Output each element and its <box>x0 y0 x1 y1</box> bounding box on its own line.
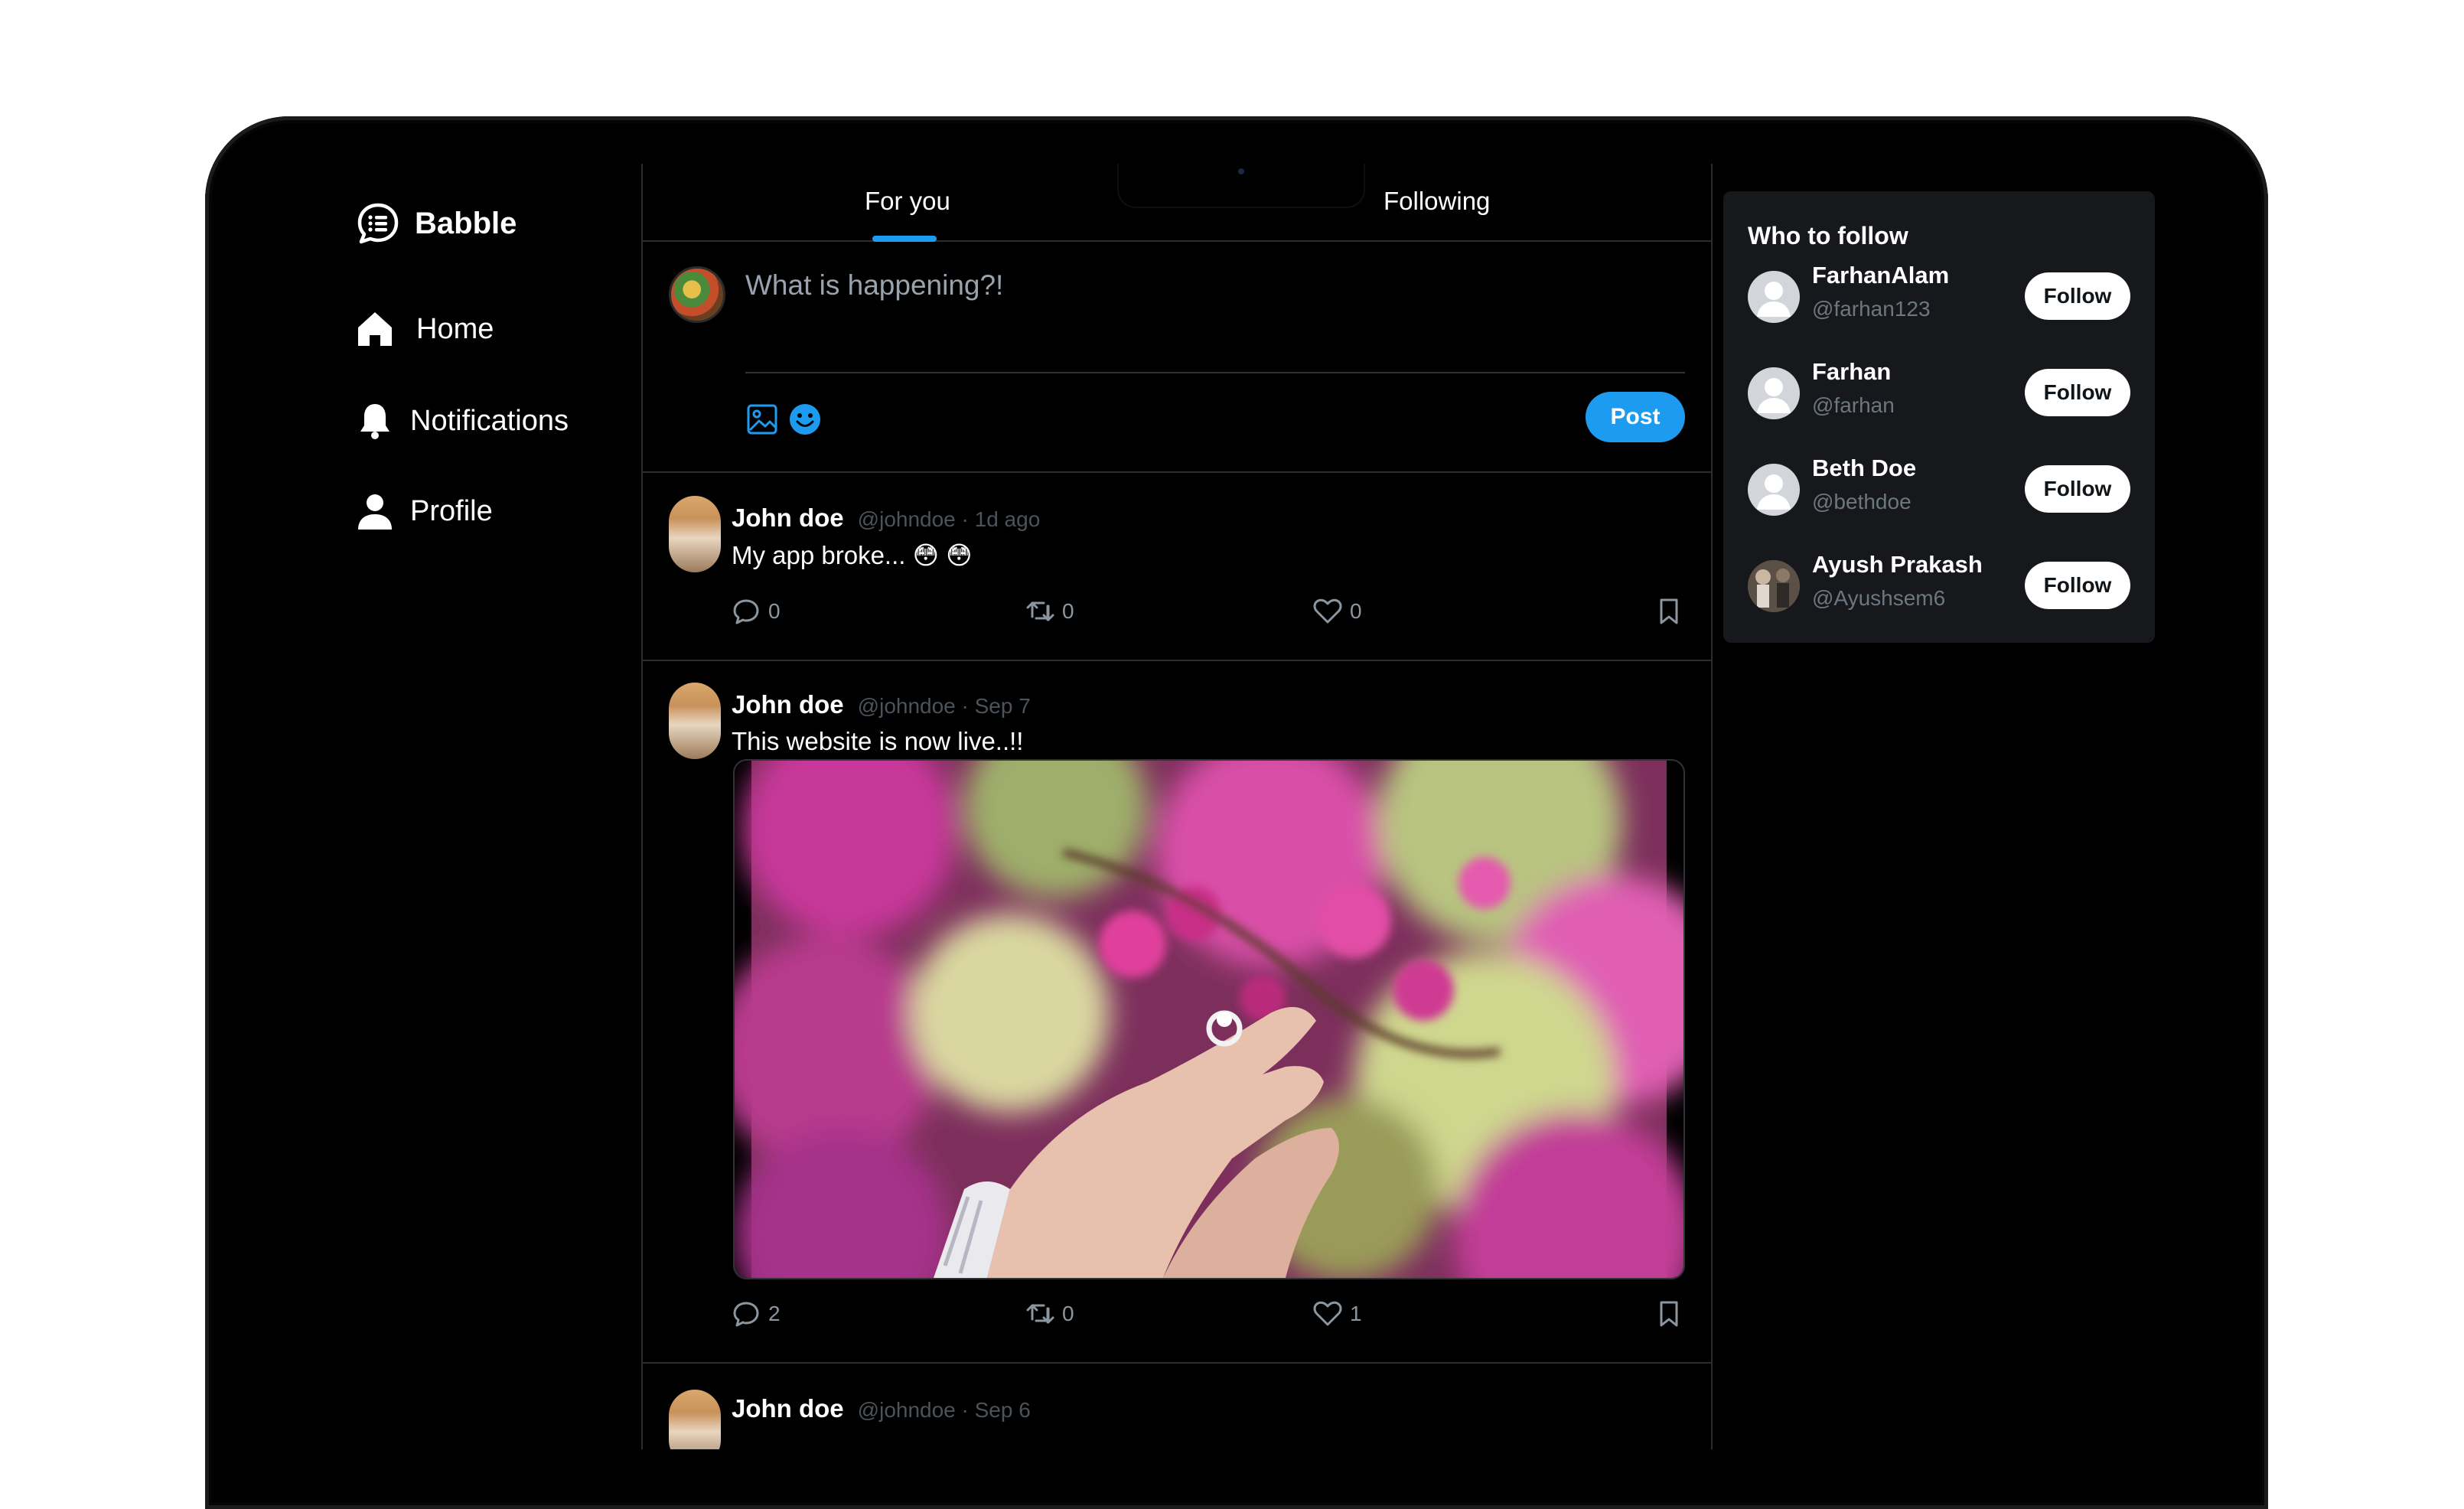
repost-icon <box>1026 1304 1054 1324</box>
post-author[interactable]: John doe <box>732 1394 844 1423</box>
repost-action[interactable]: 0 <box>1025 597 1074 626</box>
who-to-follow-card: Who to follow FarhanAlam @farhan123 Foll… <box>1723 191 2155 643</box>
default-avatar-icon <box>1757 282 1791 317</box>
post-image[interactable] <box>733 759 1685 1279</box>
emoji-icon[interactable] <box>788 403 822 436</box>
post-text: This website is now live..!! <box>732 727 1024 755</box>
chat-bubble-logo-icon <box>357 203 399 244</box>
follow-suggestion[interactable]: Ayush Prakash @Ayushsem6 Follow <box>1748 551 2130 620</box>
follow-button[interactable]: Follow <box>2025 369 2130 416</box>
bookmark-action[interactable] <box>1654 597 1683 626</box>
active-tab-indicator <box>872 236 937 242</box>
avatar[interactable] <box>1748 560 1800 612</box>
home-icon <box>358 312 392 346</box>
like-count: 0 <box>1350 599 1362 623</box>
post-avatar[interactable] <box>669 683 721 759</box>
bookmark-action[interactable] <box>1654 1299 1683 1328</box>
camera-dot <box>1238 168 1244 174</box>
composer-divider <box>745 372 1685 373</box>
repost-count: 0 <box>1062 599 1074 623</box>
brand-name: Babble <box>415 206 517 240</box>
feed: For you Following What is happening?! Po… <box>641 164 1713 1449</box>
post-item[interactable]: John doe @johndoe · Sep 7 This website i… <box>643 661 1711 1364</box>
post-item[interactable]: John doe @johndoe · 1d ago My app broke.… <box>643 473 1711 661</box>
repost-count: 0 <box>1062 1302 1074 1325</box>
follow-name[interactable]: Farhan <box>1812 358 1891 386</box>
post-avatar[interactable] <box>669 1390 721 1449</box>
nav-profile-label: Profile <box>410 494 493 527</box>
nav-notifications-label: Notifications <box>410 404 569 437</box>
bookmark-icon <box>1660 1301 1678 1327</box>
laptop-frame: Babble Home Notifications Profile For yo… <box>205 116 2268 1509</box>
nav-notifications[interactable]: Notifications <box>355 401 569 441</box>
repost-icon <box>1026 601 1054 621</box>
post-header: John doe @johndoe · Sep 6 <box>732 1394 1031 1423</box>
like-count: 1 <box>1350 1302 1362 1325</box>
follow-button[interactable]: Follow <box>2025 272 2130 320</box>
default-avatar-icon <box>1757 474 1791 510</box>
image-icon[interactable] <box>745 403 779 436</box>
nav-profile[interactable]: Profile <box>355 491 493 531</box>
reply-count: 0 <box>768 599 781 623</box>
repost-action[interactable]: 0 <box>1025 1299 1074 1328</box>
app-screen: Babble Home Notifications Profile For yo… <box>253 164 2221 1449</box>
post-text: My app broke... 😳 😳 <box>732 541 973 569</box>
heart-icon <box>1313 598 1342 624</box>
follow-handle: @Ayushsem6 <box>1812 586 1946 610</box>
nav-home-label: Home <box>416 312 494 345</box>
follow-handle: @bethdoe <box>1812 490 1912 513</box>
composer: What is happening?! Post <box>643 242 1711 473</box>
avatar[interactable] <box>1748 271 1800 323</box>
composer-avatar <box>669 266 725 323</box>
post-meta: @johndoe · 1d ago <box>857 507 1041 531</box>
flower-photo <box>735 761 1683 1278</box>
reply-icon <box>733 1302 759 1327</box>
reply-action[interactable]: 0 <box>732 597 781 626</box>
tab-following[interactable]: Following <box>1384 187 1490 216</box>
post-meta: @johndoe · Sep 6 <box>857 1398 1031 1422</box>
sidebar: Babble Home Notifications Profile <box>253 164 641 1449</box>
reply-action[interactable]: 2 <box>732 1299 781 1328</box>
post-item[interactable]: John doe @johndoe · Sep 6 <box>643 1364 1711 1449</box>
follow-handle: @farhan <box>1812 393 1895 417</box>
follow-handle: @farhan123 <box>1812 297 1931 321</box>
bookmark-icon <box>1660 598 1678 624</box>
reply-count: 2 <box>768 1302 781 1325</box>
camera-notch <box>1119 164 1364 207</box>
reply-icon <box>733 599 759 624</box>
avatar[interactable] <box>1748 464 1800 516</box>
who-to-follow-title: Who to follow <box>1748 222 1908 249</box>
brand[interactable]: Babble <box>355 200 517 246</box>
post-meta: @johndoe · Sep 7 <box>857 694 1031 718</box>
default-avatar-icon <box>1757 378 1791 413</box>
post-author[interactable]: John doe <box>732 504 844 533</box>
post-button[interactable]: Post <box>1586 392 1685 442</box>
follow-suggestion[interactable]: FarhanAlam @farhan123 Follow <box>1748 262 2130 331</box>
follow-name[interactable]: Beth Doe <box>1812 455 1916 482</box>
post-author[interactable]: John doe <box>732 690 844 719</box>
follow-name[interactable]: Ayush Prakash <box>1812 551 1983 579</box>
follow-button[interactable]: Follow <box>2025 562 2130 609</box>
bell-icon <box>360 404 389 439</box>
follow-name[interactable]: FarhanAlam <box>1812 262 1949 289</box>
post-header: John doe @johndoe · Sep 7 <box>732 690 1031 719</box>
heart-icon <box>1313 1301 1342 1326</box>
photo-avatar-icon <box>1748 560 1800 612</box>
post-header: John doe @johndoe · 1d ago <box>732 504 1040 533</box>
user-icon <box>358 494 392 530</box>
composer-input[interactable]: What is happening?! <box>745 269 1003 301</box>
follow-suggestion[interactable]: Farhan @farhan Follow <box>1748 358 2130 427</box>
nav-home[interactable]: Home <box>355 309 494 349</box>
like-action[interactable]: 1 <box>1313 1299 1362 1328</box>
avatar[interactable] <box>1748 367 1800 419</box>
tab-for-you[interactable]: For you <box>865 187 950 216</box>
follow-suggestion[interactable]: Beth Doe @bethdoe Follow <box>1748 455 2130 523</box>
post-avatar[interactable] <box>669 496 721 572</box>
like-action[interactable]: 0 <box>1313 597 1362 626</box>
follow-button[interactable]: Follow <box>2025 465 2130 513</box>
